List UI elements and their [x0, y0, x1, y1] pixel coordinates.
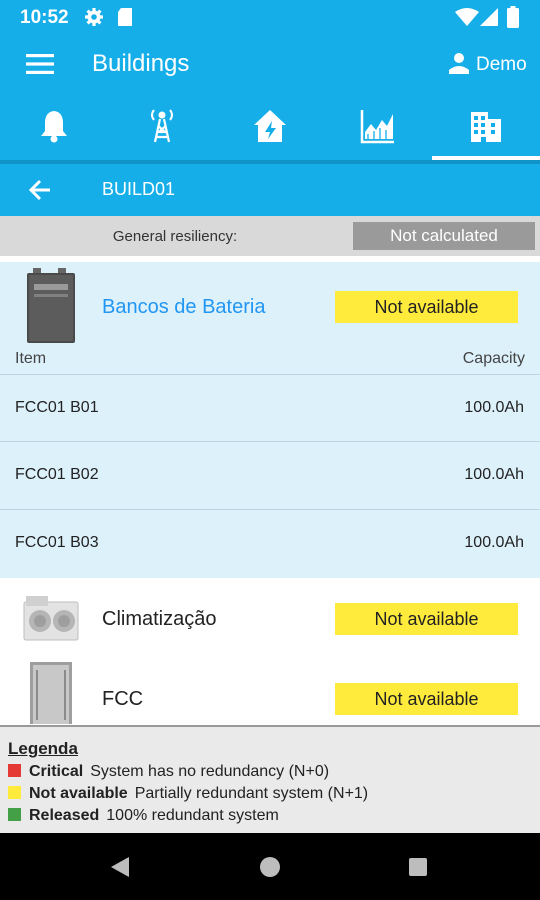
page-title: Buildings — [92, 50, 190, 77]
area-chart-icon — [360, 110, 394, 144]
user-name[interactable]: Demo — [476, 54, 527, 76]
air-conditioner-image — [23, 596, 79, 641]
app-bar: Buildings Demo — [0, 34, 540, 96]
column-header-item: Item — [15, 350, 47, 367]
hamburger-icon[interactable] — [26, 54, 54, 74]
battery-bank-image — [27, 268, 75, 343]
status-badge: Not available — [335, 291, 518, 323]
battery-icon — [507, 6, 519, 28]
system-name[interactable]: Bancos de Bateria — [102, 296, 265, 319]
legend-item-released: Released 100% redundant system — [8, 807, 279, 825]
row-capacity: 100.0Ah — [464, 399, 524, 416]
row-item: FCC01 B01 — [15, 399, 99, 416]
legend-title: Legenda — [8, 739, 78, 758]
sd-card-icon — [118, 8, 132, 26]
resiliency-value: Not calculated — [353, 222, 535, 250]
building-icon — [471, 112, 501, 142]
status-bar: 10:52 — [0, 0, 540, 34]
row-item: FCC01 B02 — [15, 466, 99, 483]
legend-panel: Legenda Critical System has no redundancy… — [0, 725, 540, 835]
tab-buildings[interactable] — [432, 96, 540, 160]
tab-alarms[interactable] — [0, 96, 108, 160]
column-header-capacity: Capacity — [462, 350, 525, 367]
table-row[interactable]: FCC01 B03 100.0Ah — [0, 510, 540, 576]
resiliency-bar: General resiliency: Not calculated — [0, 216, 540, 256]
row-item: FCC01 B03 — [15, 534, 99, 551]
tab-bar — [0, 96, 540, 160]
antenna-tower-icon — [151, 109, 173, 143]
table-row[interactable]: FCC01 B02 100.0Ah — [0, 442, 540, 508]
legend-swatch — [8, 764, 21, 777]
back-triangle-icon[interactable] — [110, 856, 130, 878]
system-name[interactable]: Climatização — [102, 608, 216, 631]
tab-energy[interactable] — [216, 96, 324, 160]
arrow-left-icon[interactable] — [28, 178, 52, 202]
legend-label: Not available — [29, 785, 128, 802]
legend-swatch — [8, 786, 21, 799]
row-capacity: 100.0Ah — [464, 466, 524, 483]
legend-description: 100% redundant system — [106, 807, 279, 824]
tab-sites[interactable] — [108, 96, 216, 160]
gear-icon — [85, 8, 103, 26]
building-title: BUILD01 — [102, 179, 176, 199]
row-capacity: 100.0Ah — [464, 534, 524, 551]
system-group-battery[interactable]: Bancos de Bateria Not available Item Cap… — [0, 262, 540, 578]
status-badge: Not available — [335, 603, 518, 635]
system-group-climate[interactable]: Climatização Not available — [0, 582, 540, 654]
system-nav-bar — [0, 833, 540, 900]
legend-item-critical: Critical System has no redundancy (N+0) — [8, 763, 329, 781]
wifi-icon — [455, 8, 479, 26]
legend-description: Partially redundant system (N+1) — [134, 785, 369, 802]
status-time: 10:52 — [20, 7, 69, 28]
table-row[interactable]: FCC01 B01 100.0Ah — [0, 375, 540, 441]
resiliency-label: General resiliency: — [112, 228, 238, 245]
status-badge: Not available — [335, 683, 518, 715]
recents-square-icon[interactable] — [408, 857, 428, 877]
legend-label: Released — [29, 807, 100, 824]
tab-charts[interactable] — [324, 96, 432, 160]
legend-label: Critical — [29, 763, 84, 780]
signal-icon — [480, 8, 498, 26]
system-name[interactable]: FCC — [102, 688, 143, 711]
sub-header: BUILD01 — [0, 164, 540, 216]
fcc-cabinet-image — [30, 662, 72, 724]
legend-item-not-available: Not available Partially redundant system … — [8, 785, 368, 803]
home-circle-icon[interactable] — [259, 856, 281, 878]
bell-icon — [41, 111, 67, 143]
person-icon[interactable] — [448, 52, 470, 74]
legend-description: System has no redundancy (N+0) — [90, 763, 330, 780]
legend-swatch — [8, 808, 21, 821]
house-power-icon — [254, 110, 286, 142]
system-group-fcc[interactable]: FCC Not available — [0, 660, 540, 724]
